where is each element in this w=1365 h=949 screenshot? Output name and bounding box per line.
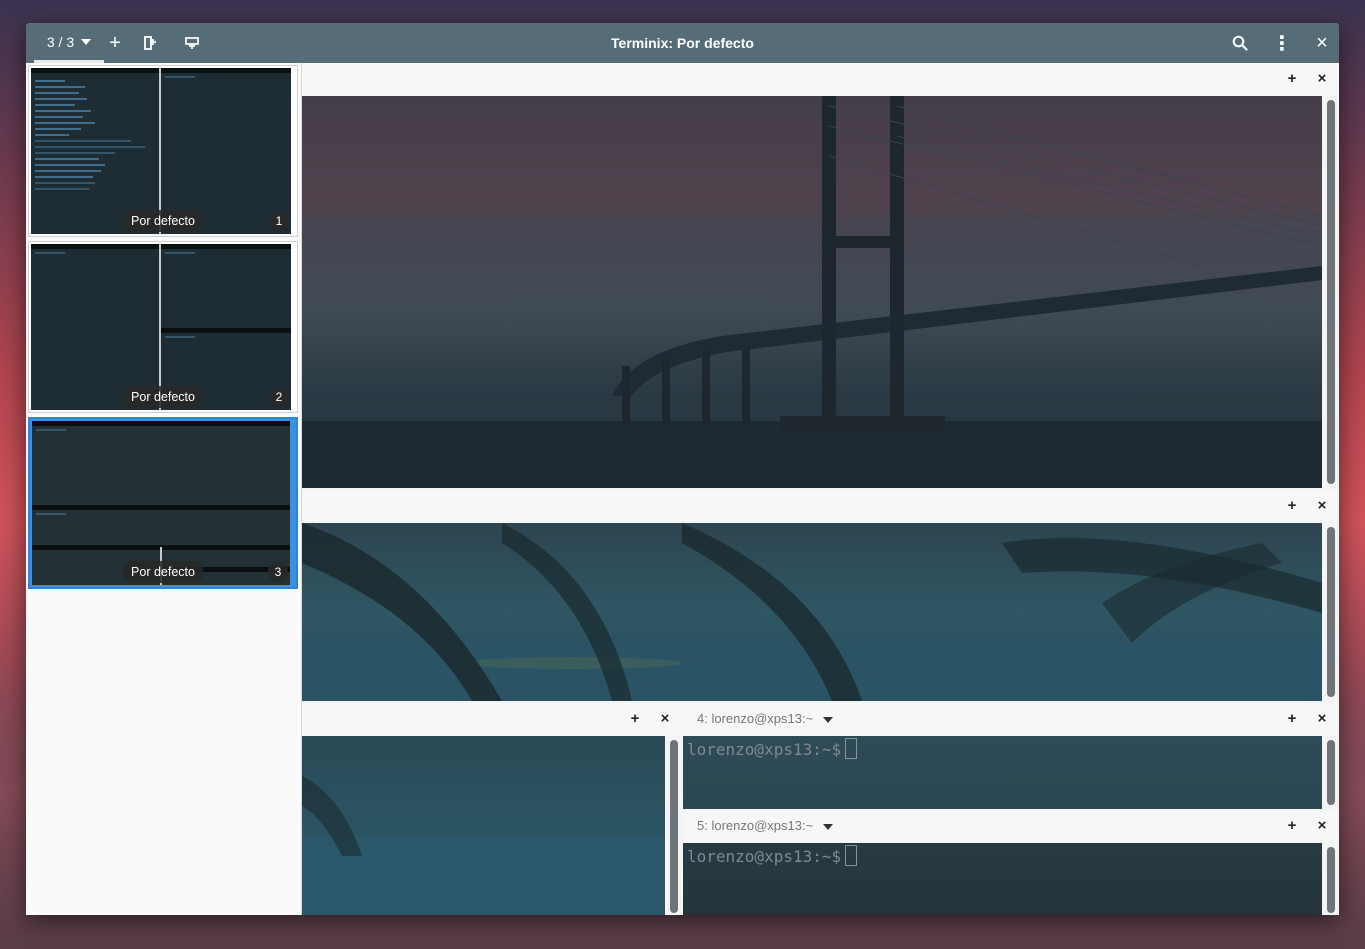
scrollbar-thumb[interactable] xyxy=(1327,740,1335,805)
terminal-3-scrollbar[interactable] xyxy=(670,740,678,913)
close-icon: × xyxy=(660,710,670,727)
text-cursor xyxy=(845,845,858,866)
terminal-title-menu[interactable]: 4: lorenzo@xps13:~ xyxy=(697,703,834,735)
add-icon: + xyxy=(1287,817,1297,834)
window-close-button[interactable]: × xyxy=(1310,23,1334,63)
session-switcher-button[interactable]: 3 / 3 xyxy=(34,23,104,63)
close-terminal-button[interactable]: × xyxy=(1312,490,1332,522)
scrollbar-thumb[interactable] xyxy=(670,740,678,913)
chevron-down-icon xyxy=(823,823,834,830)
chevron-down-icon xyxy=(81,38,92,45)
vertical-dots-icon: ⋮ xyxy=(1272,32,1292,55)
terminal-1[interactable] xyxy=(302,96,1322,488)
session-label: Por defecto xyxy=(123,210,203,232)
add-icon: + xyxy=(1287,70,1297,87)
close-icon: × xyxy=(1316,31,1328,54)
terminal-titlebar-3: + × xyxy=(302,703,682,735)
close-terminal-button[interactable]: × xyxy=(1312,703,1332,735)
add-icon: + xyxy=(1287,497,1297,514)
terminal-title: 5: lorenzo@xps13:~ xyxy=(697,818,814,833)
window-title: Terminix: Por defecto xyxy=(611,35,754,51)
search-button[interactable] xyxy=(1228,23,1252,63)
terminal-prompt: lorenzo@xps13:~$ xyxy=(687,738,858,759)
add-icon: + xyxy=(630,710,640,727)
session-label: Por defecto xyxy=(123,386,203,408)
add-terminal-button[interactable]: + xyxy=(1282,63,1302,95)
close-icon: × xyxy=(1317,70,1327,87)
add-terminal-button[interactable]: + xyxy=(1282,703,1302,735)
close-terminal-button[interactable]: × xyxy=(1312,810,1332,842)
scrollbar-thumb[interactable] xyxy=(1327,100,1335,484)
terminal-5-scrollbar[interactable] xyxy=(1327,847,1335,913)
beach-background-image xyxy=(302,776,665,915)
palm-background-image xyxy=(302,523,1322,701)
session-label: Por defecto xyxy=(123,561,203,583)
close-terminal-button[interactable]: × xyxy=(655,703,675,735)
terminal-titlebar-1: + × xyxy=(302,63,1339,95)
terminal-title: 4: lorenzo@xps13:~ xyxy=(697,711,814,726)
search-icon xyxy=(1232,35,1248,51)
terminal-5[interactable]: lorenzo@xps13:~$ xyxy=(683,843,1322,915)
add-terminal-right-button[interactable] xyxy=(138,23,162,63)
session-thumbnail-2[interactable]: Por defecto 2 xyxy=(28,241,298,413)
text-cursor xyxy=(845,738,858,759)
session-number-badge: 1 xyxy=(269,211,289,231)
add-terminal-button[interactable]: + xyxy=(1282,810,1302,842)
terminal-4[interactable]: lorenzo@xps13:~$ xyxy=(683,736,1322,809)
terminix-window: Terminix: Por defecto 3 / 3 + ⋮ × Por de… xyxy=(26,23,1339,915)
terminal-titlebar-5: 5: lorenzo@xps13:~ + × xyxy=(683,810,1339,842)
session-number-badge: 2 xyxy=(269,387,289,407)
add-icon: + xyxy=(109,31,121,54)
session-thumbnail-1[interactable]: Por defecto 1 xyxy=(28,65,298,237)
scrollbar-thumb[interactable] xyxy=(1327,847,1335,913)
session-number-badge: 3 xyxy=(268,562,288,582)
terminal-2-scrollbar[interactable] xyxy=(1327,527,1335,697)
terminal-prompt: lorenzo@xps13:~$ xyxy=(687,845,858,866)
close-icon: × xyxy=(1317,817,1327,834)
close-icon: × xyxy=(1317,710,1327,727)
split-right-icon xyxy=(144,36,156,50)
add-icon: + xyxy=(1287,710,1297,727)
add-terminal-down-button[interactable] xyxy=(180,23,204,63)
terminal-title-menu[interactable]: 5: lorenzo@xps13:~ xyxy=(697,810,834,842)
terminal-titlebar-4: 4: lorenzo@xps13:~ + × xyxy=(683,703,1339,735)
terminal-1-scrollbar[interactable] xyxy=(1327,100,1335,484)
menu-button[interactable]: ⋮ xyxy=(1270,23,1294,63)
add-terminal-button[interactable]: + xyxy=(1282,490,1302,522)
session-sidebar: Por defecto 1 Por defecto 2 Por defecto … xyxy=(26,63,302,915)
split-down-icon xyxy=(185,37,199,49)
terminal-area: + × + × + × 4: lorenzo@xps13:~ + × loren… xyxy=(302,63,1339,915)
header-bar: Terminix: Por defecto 3 / 3 + ⋮ × xyxy=(26,23,1339,63)
close-icon: × xyxy=(1317,497,1327,514)
terminal-2[interactable] xyxy=(302,523,1322,701)
terminal-titlebar-2: + × xyxy=(302,490,1339,522)
close-terminal-button[interactable]: × xyxy=(1312,63,1332,95)
bridge-background-image xyxy=(302,96,1322,488)
add-terminal-button[interactable]: + xyxy=(625,703,645,735)
terminal-4-scrollbar[interactable] xyxy=(1327,740,1335,805)
scrollbar-thumb[interactable] xyxy=(1327,527,1335,697)
session-thumbnail-3[interactable]: Por defecto 3 xyxy=(28,417,298,589)
chevron-down-icon xyxy=(823,716,834,723)
terminal-3[interactable] xyxy=(302,736,665,915)
session-counter: 3 / 3 xyxy=(46,33,75,50)
new-session-button[interactable]: + xyxy=(104,23,126,63)
